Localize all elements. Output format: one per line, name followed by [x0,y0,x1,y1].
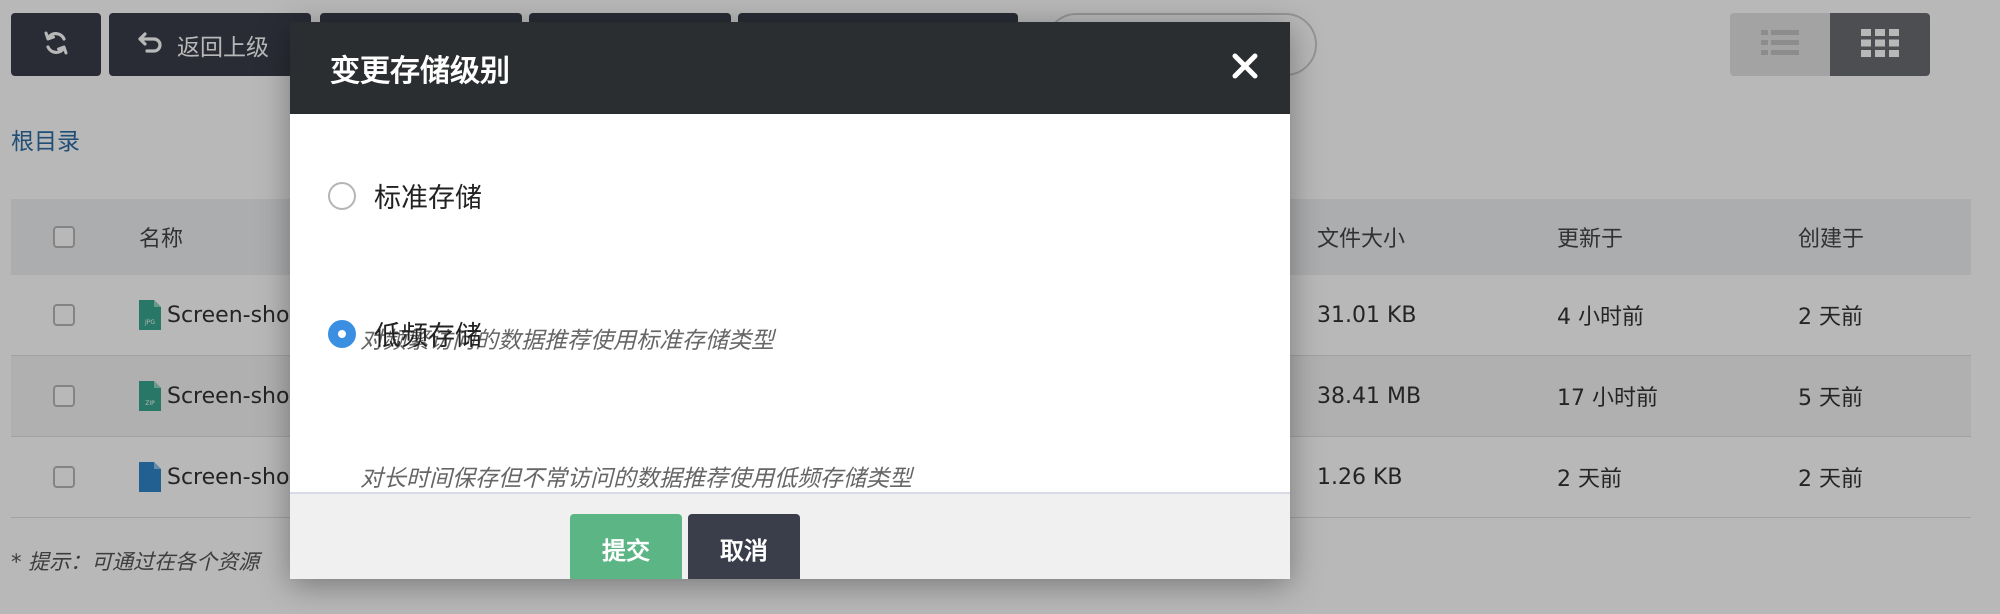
close-icon [1231,52,1259,84]
close-button[interactable] [1226,49,1264,87]
file-browser-page: 返回上级 根目录 名称 文件大小 更新于 创建于 JPG Screen-sho … [0,0,2000,614]
option-label[interactable]: 标准存储 [374,176,482,215]
dialog-header: 变更存储级别 [290,22,1290,114]
submit-button[interactable]: 提交 [570,514,682,579]
storage-class-dialog: 变更存储级别 标准存储 对频繁访问的数据推荐使用标准存储类型 低频存储 对长时间… [290,22,1290,579]
dialog-title: 变更存储级别 [330,54,510,89]
option-infrequent-storage[interactable]: 低频存储 [328,314,482,353]
radio-standard-storage[interactable] [328,181,356,210]
radio-infrequent-storage[interactable] [328,319,356,348]
cancel-button[interactable]: 取消 [688,514,800,579]
option-description: 对长时间保存但不常访问的数据推荐使用低频存储类型 [360,466,912,492]
option-standard-storage[interactable]: 标准存储 [328,176,482,215]
option-label[interactable]: 低频存储 [374,314,482,353]
dialog-body: 标准存储 对频繁访问的数据推荐使用标准存储类型 低频存储 对长时间保存但不常访问… [290,114,1290,492]
dialog-footer: 提交 取消 [290,492,1290,579]
